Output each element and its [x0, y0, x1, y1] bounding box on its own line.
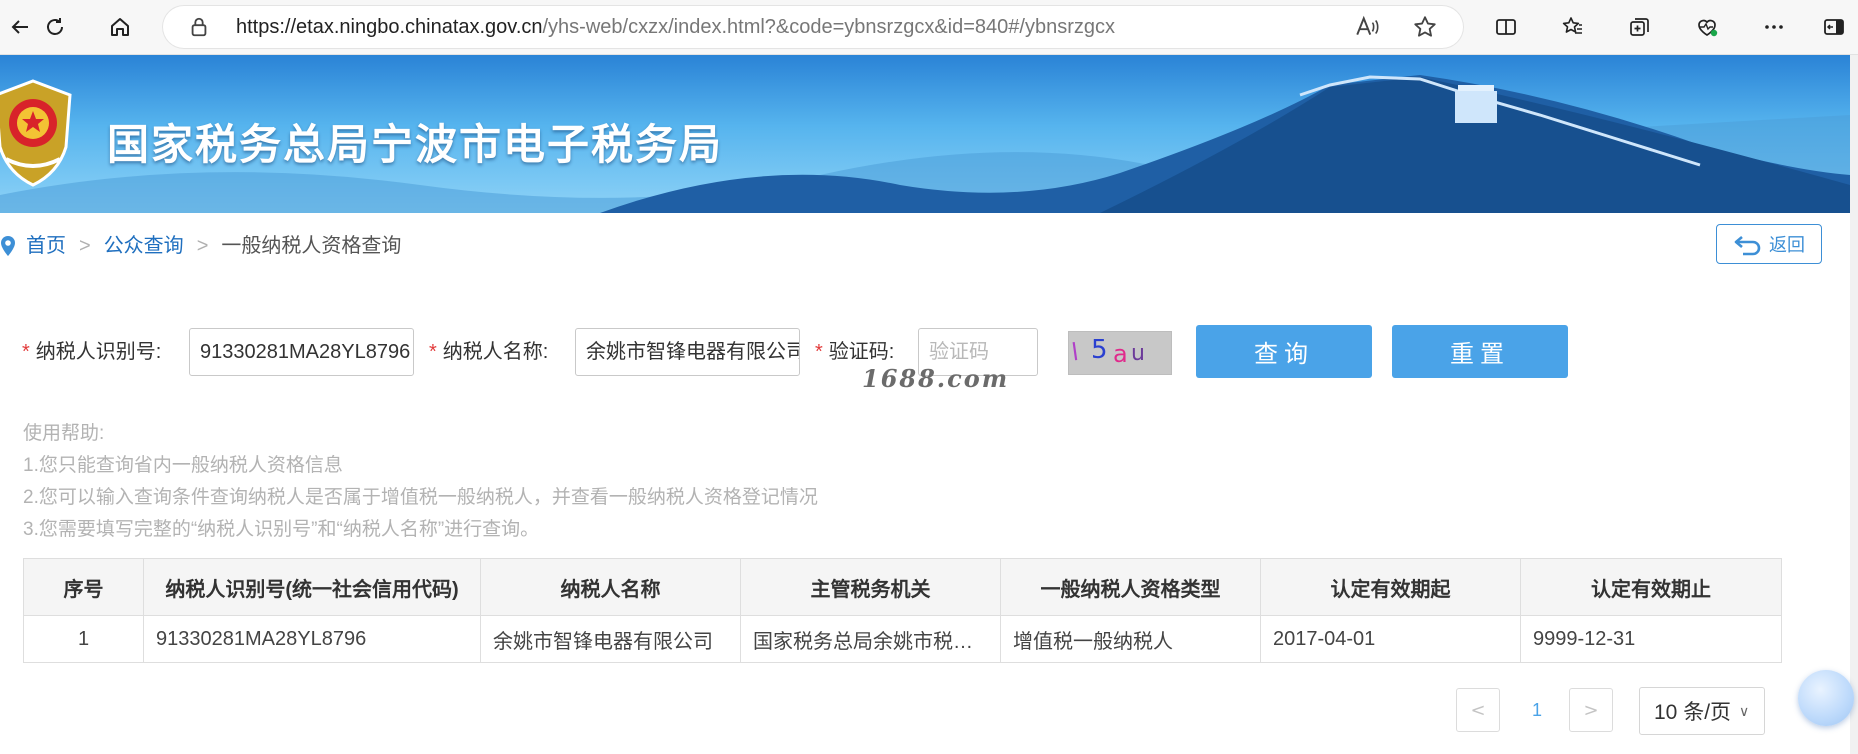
refresh-icon[interactable] [37, 9, 73, 45]
captcha-label-text: 验证码: [828, 341, 895, 363]
address-bar[interactable]: https://etax.ningbo.chinatax.gov.cn/yhs-… [162, 5, 1464, 49]
required-mark: * [815, 341, 823, 363]
required-mark: * [22, 341, 30, 363]
url-text: https://etax.ningbo.chinatax.gov.cn/yhs-… [236, 5, 1115, 49]
cell-index: 1 [23, 615, 144, 663]
col-header-index: 序号 [23, 558, 144, 616]
header-banner: 国家税务总局宁波市电子税务局 [0, 55, 1850, 213]
captcha-char-3: a [1113, 340, 1128, 368]
reset-button[interactable]: 重置 [1392, 325, 1568, 378]
usage-help: 使用帮助: 1.您只能查询省内一般纳税人资格信息 2.您可以输入查询条件查询纳税… [23, 418, 818, 546]
breadcrumb-home[interactable]: 首页 [26, 228, 66, 264]
home-icon[interactable] [102, 9, 138, 45]
url-host: https://etax.ningbo.chinatax.gov.cn [236, 16, 543, 38]
taxpayer-name-input[interactable]: 余姚市智锋电器有限公司 [575, 328, 800, 376]
next-page-button[interactable]: > [1569, 688, 1613, 732]
result-table: 序号 纳税人识别号(统一社会信用代码) 纳税人名称 主管税务机关 一般纳税人资格… [23, 558, 1782, 663]
breadcrumb-separator: > [196, 235, 209, 257]
col-header-valid-to: 认定有效期止 [1520, 558, 1782, 616]
sidebar-toggle-icon[interactable] [1816, 9, 1852, 45]
taxpayer-name-label: * 纳税人名称: [429, 338, 548, 366]
cell-valid-from: 2017-04-01 [1260, 615, 1521, 663]
site-title: 国家税务总局宁波市电子税务局 [107, 120, 724, 169]
captcha-char-2: 5 [1091, 335, 1108, 365]
help-line-2: 2.您可以输入查询条件查询纳税人是否属于增值税一般纳税人，并查看一般纳税人资格登… [23, 487, 818, 508]
captcha-char-4: u [1131, 341, 1145, 366]
col-header-taxpayer-name: 纳税人名称 [480, 558, 741, 616]
prev-page-button[interactable]: < [1456, 688, 1500, 732]
col-header-taxpayer-id: 纳税人识别号(统一社会信用代码) [143, 558, 481, 616]
taxpayer-name-label-text: 纳税人名称: [442, 341, 549, 363]
chevron-down-icon: ∨ [1739, 702, 1750, 719]
cell-taxpayer-id: 91330281MA28YL8796 [143, 615, 481, 663]
browser-toolbar: https://etax.ningbo.chinatax.gov.cn/yhs-… [0, 0, 1858, 55]
back-button[interactable]: 返回 [1716, 224, 1822, 264]
taxpayer-id-label-text: 纳税人识别号: [35, 341, 162, 363]
captcha-image[interactable]: l 5 a u [1068, 331, 1172, 375]
cell-valid-to: 9999-12-31 [1520, 615, 1782, 663]
breadcrumb-current: 一般纳税人资格查询 [221, 235, 402, 257]
page-scrollbar[interactable] [1850, 55, 1858, 754]
cell-taxpayer-name: 余姚市智锋电器有限公司 [480, 615, 741, 663]
back-arrow-icon[interactable] [2, 9, 38, 45]
cell-qualification-type: 增值税一般纳税人 [1000, 615, 1261, 663]
current-page-number[interactable]: 1 [1512, 688, 1562, 732]
location-pin-icon [1, 236, 15, 256]
taxpayer-id-input[interactable]: 91330281MA28YL8796 [189, 328, 414, 376]
help-line-3: 3.您需要填写完整的“纳税人识别号”和“纳税人名称”进行查询。 [23, 519, 540, 540]
more-options-icon[interactable] [1756, 9, 1792, 45]
breadcrumb-separator: > [79, 235, 91, 257]
taxpayer-id-label: * 纳税人识别号: [22, 338, 161, 366]
floating-assistant-icon[interactable] [1798, 670, 1854, 726]
browser-essentials-icon[interactable] [1689, 9, 1725, 45]
tax-emblem-logo [0, 79, 72, 187]
required-mark: * [429, 341, 437, 363]
split-screen-icon[interactable] [1488, 9, 1524, 45]
col-header-valid-from: 认定有效期起 [1260, 558, 1521, 616]
help-line-1: 1.您只能查询省内一般纳税人资格信息 [23, 455, 343, 476]
favorites-icon[interactable] [1555, 9, 1591, 45]
page-size-select[interactable]: 10 条/页 ∨ [1639, 687, 1765, 735]
breadcrumb-public-query[interactable]: 公众查询 [104, 228, 184, 264]
read-aloud-icon[interactable] [1354, 14, 1380, 40]
back-button-label: 返回 [1769, 235, 1805, 255]
return-arrow-icon [1734, 236, 1761, 256]
favorite-star-icon[interactable] [1412, 14, 1438, 40]
captcha-label: * 验证码: [815, 338, 894, 366]
lock-icon [191, 17, 207, 37]
cell-tax-authority: 国家税务总局余姚市税… [740, 615, 1001, 663]
url-path: /yhs-web/cxzx/index.html?&code=ybnsrzgcx… [542, 16, 1116, 38]
watermark-text: 1688.com [862, 364, 1010, 393]
help-title: 使用帮助: [23, 423, 105, 444]
table-row: 1 91330281MA28YL8796 余姚市智锋电器有限公司 国家税务总局余… [23, 615, 1782, 663]
page-size-value: 10 条/页 [1654, 701, 1732, 724]
col-header-qualification-type: 一般纳税人资格类型 [1000, 558, 1261, 616]
table-header-row: 序号 纳税人识别号(统一社会信用代码) 纳税人名称 主管税务机关 一般纳税人资格… [23, 558, 1782, 616]
collections-icon[interactable] [1622, 9, 1658, 45]
query-button[interactable]: 查询 [1196, 325, 1372, 378]
captcha-char-1: l [1070, 338, 1081, 367]
breadcrumb: 首页 > 公众查询 > 一般纳税人资格查询 [0, 228, 401, 264]
col-header-tax-authority: 主管税务机关 [740, 558, 1001, 616]
